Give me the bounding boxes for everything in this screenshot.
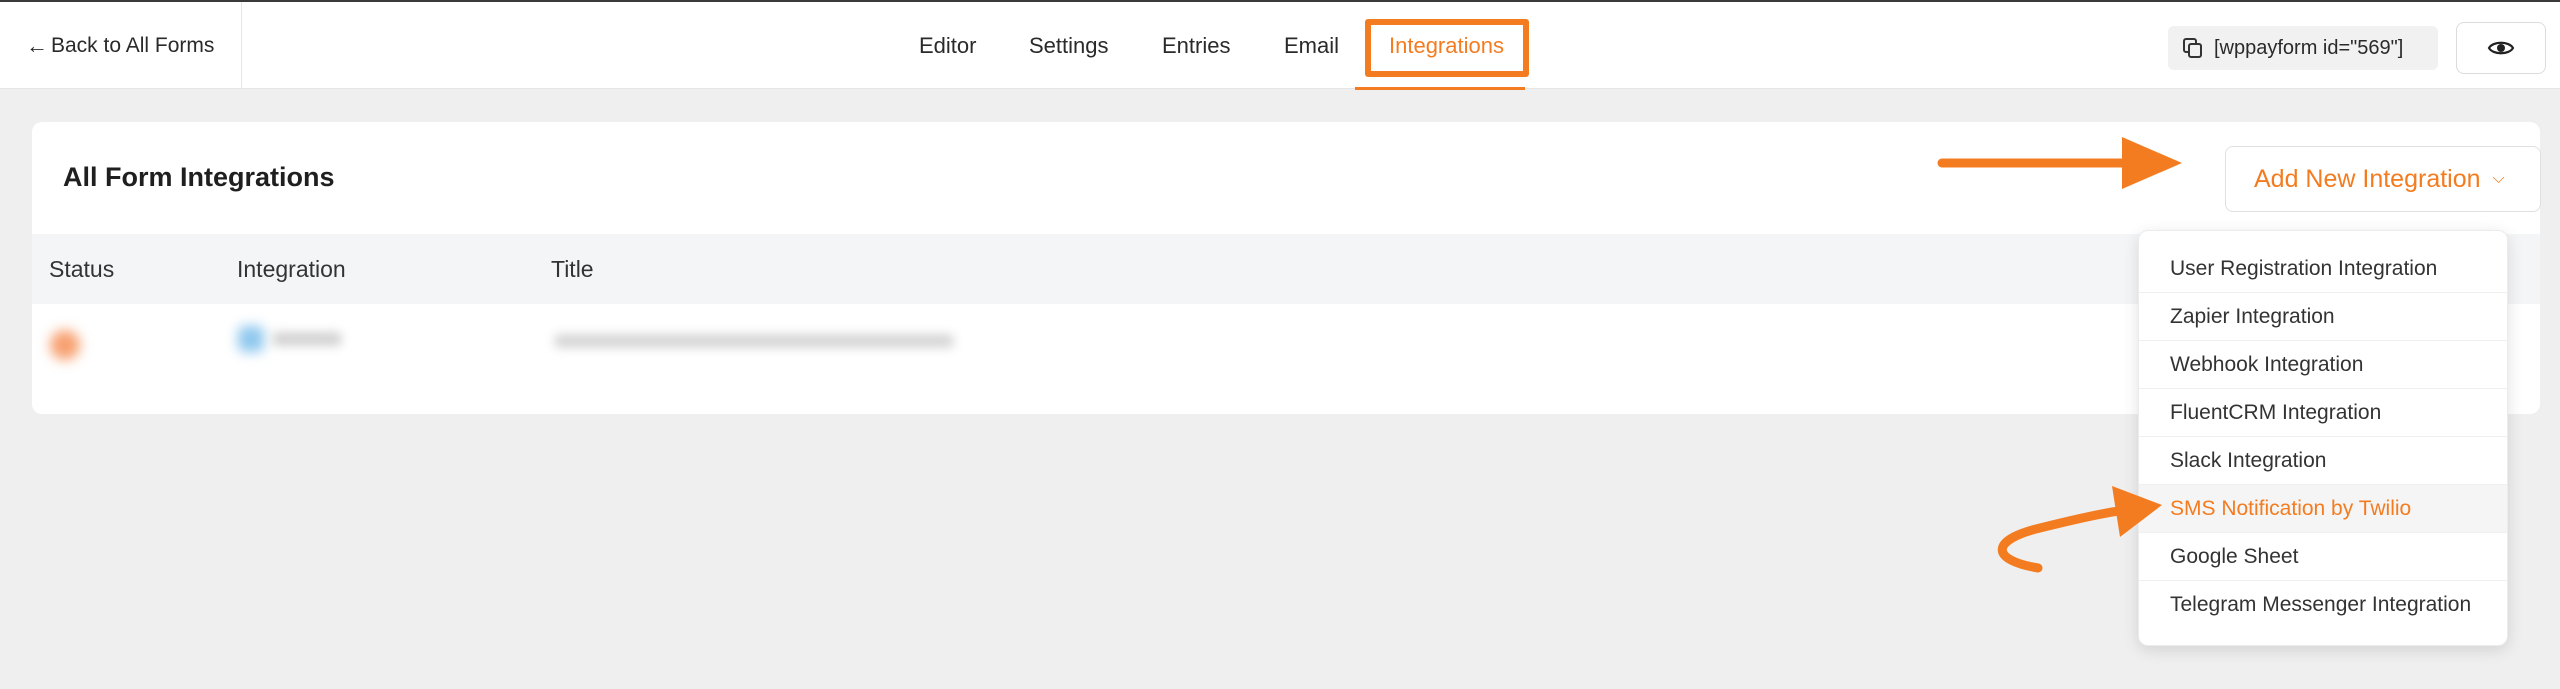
tab-editor[interactable]: Editor <box>919 2 976 89</box>
copy-icon <box>2183 38 2202 58</box>
active-tab-underline <box>1355 87 1525 90</box>
menu-item-slack[interactable]: Slack Integration <box>2139 437 2507 485</box>
eye-icon <box>2487 41 2515 55</box>
chevron-down-icon: ⌵ <box>2492 170 2505 187</box>
back-to-all-forms-link[interactable]: ← Back to All Forms <box>0 2 242 89</box>
highlight-annotation-box <box>1365 19 1529 77</box>
menu-item-telegram[interactable]: Telegram Messenger Integration <box>2139 581 2507 629</box>
menu-item-zapier[interactable]: Zapier Integration <box>2139 293 2507 341</box>
add-new-integration-button[interactable]: Add New Integration ⌵ <box>2225 146 2541 212</box>
column-header-status: Status <box>49 256 115 282</box>
blurred-integration-icon <box>238 326 264 352</box>
column-header-integration: Integration <box>237 256 346 282</box>
arrow-left-icon: ← <box>26 32 48 58</box>
menu-item-webhook[interactable]: Webhook Integration <box>2139 341 2507 389</box>
tab-settings[interactable]: Settings <box>1029 2 1109 89</box>
tab-entries[interactable]: Entries <box>1162 2 1230 89</box>
preview-button[interactable] <box>2456 22 2546 74</box>
blurred-integration-name <box>272 332 342 346</box>
back-link-label: Back to All Forms <box>51 33 215 57</box>
shortcode-text: [wppayform id="569"] <box>2214 36 2404 59</box>
add-button-label: Add New Integration <box>2254 164 2481 193</box>
column-header-title: Title <box>551 256 594 282</box>
menu-item-twilio-sms[interactable]: SMS Notification by Twilio <box>2139 485 2507 533</box>
top-navigation-bar: ← Back to All Forms Editor Settings Entr… <box>0 0 2560 90</box>
shortcode-copy-button[interactable]: [wppayform id="569"] <box>2168 26 2438 70</box>
menu-item-user-registration[interactable]: User Registration Integration <box>2139 245 2507 293</box>
blurred-status-toggle <box>50 330 80 360</box>
tab-email[interactable]: Email <box>1284 2 1339 89</box>
blurred-integration-title <box>554 334 954 348</box>
menu-item-fluentcrm[interactable]: FluentCRM Integration <box>2139 389 2507 437</box>
menu-item-google-sheet[interactable]: Google Sheet <box>2139 533 2507 581</box>
integration-dropdown-menu: User Registration Integration Zapier Int… <box>2138 230 2508 646</box>
card-title: All Form Integrations <box>63 162 335 192</box>
